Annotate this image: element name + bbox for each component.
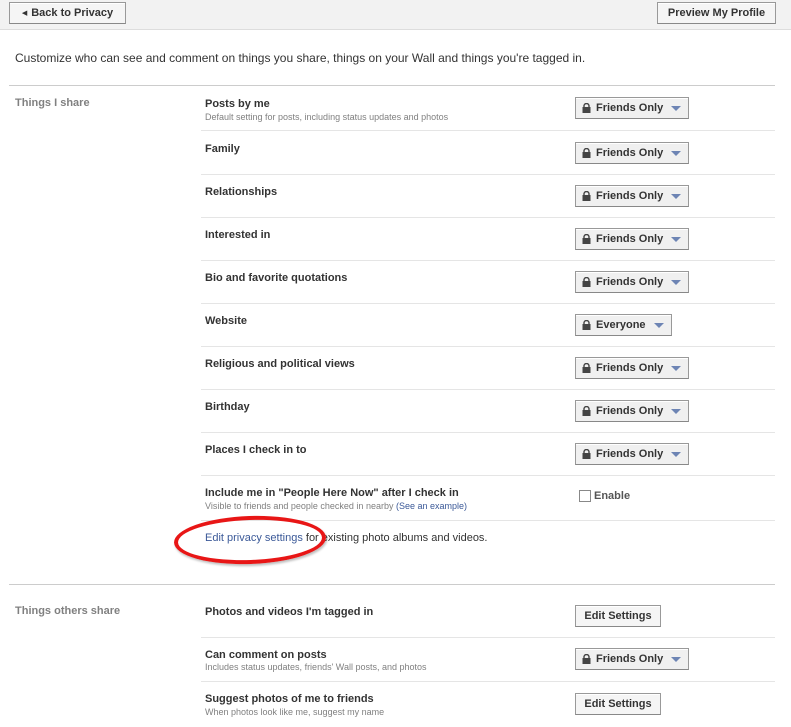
- enable-checkbox-group[interactable]: Enable: [579, 490, 630, 502]
- row-label-website: Website: [205, 315, 247, 327]
- lock-icon: [582, 148, 591, 158]
- privacy-dropdown-family[interactable]: Friends Only: [575, 142, 690, 164]
- lock-icon: [582, 103, 591, 113]
- row-divider: [201, 260, 775, 261]
- preview-profile-button[interactable]: Preview My Profile: [657, 2, 776, 24]
- row-sub-text: Visible to friends and people checked in…: [205, 501, 394, 511]
- chevron-down-icon: [671, 451, 682, 457]
- privacy-dropdown-website[interactable]: Everyone: [575, 314, 672, 336]
- lock-icon: [582, 277, 591, 287]
- dropdown-value: Everyone: [596, 319, 646, 331]
- row-sub-can-comment: Includes status updates, friends' Wall p…: [205, 662, 427, 672]
- row-divider: [201, 637, 775, 638]
- dropdown-value: Friends Only: [596, 448, 664, 460]
- privacy-dropdown-places-check-in[interactable]: Friends Only: [575, 443, 690, 465]
- row-label-posts-by-me: Posts by me: [205, 98, 270, 110]
- dropdown-value: Friends Only: [596, 276, 664, 288]
- chevron-down-icon: [671, 236, 682, 242]
- row-divider: [201, 303, 775, 304]
- lock-icon: [582, 234, 591, 244]
- lock-icon: [582, 449, 591, 459]
- back-to-privacy-button[interactable]: ◀ Back to Privacy: [9, 2, 126, 24]
- row-divider: [201, 520, 775, 521]
- row-label-suggest-photos: Suggest photos of me to friends: [205, 693, 374, 705]
- back-to-privacy-label: Back to Privacy: [31, 7, 114, 19]
- lock-icon: [582, 654, 591, 664]
- row-divider: [201, 389, 775, 390]
- row-divider: [201, 174, 775, 175]
- edit-settings-button-suggest-photos[interactable]: Edit Settings: [575, 693, 661, 715]
- dropdown-value: Friends Only: [596, 147, 664, 159]
- intro-text: Customize who can see and comment on thi…: [15, 51, 586, 65]
- edit-privacy-line: Edit privacy settings for existing photo…: [205, 532, 488, 544]
- chevron-down-icon: [671, 365, 682, 371]
- dropdown-value: Friends Only: [596, 653, 664, 665]
- row-sub-posts-by-me: Default setting for posts, including sta…: [205, 112, 449, 122]
- lock-icon: [582, 320, 591, 330]
- row-label-religious-political: Religious and political views: [205, 358, 355, 370]
- row-label-can-comment: Can comment on posts: [205, 649, 327, 661]
- back-arrow-icon: ◀: [21, 10, 28, 17]
- row-divider: [201, 130, 775, 131]
- row-label-birthday: Birthday: [205, 401, 250, 413]
- row-label-photos-tagged: Photos and videos I'm tagged in: [205, 606, 374, 618]
- privacy-dropdown-posts-by-me[interactable]: Friends Only: [575, 97, 690, 119]
- row-divider: [201, 346, 775, 347]
- dropdown-value: Friends Only: [596, 190, 664, 202]
- section-divider: [9, 584, 775, 585]
- chevron-down-icon: [671, 105, 682, 111]
- lock-icon: [582, 191, 591, 201]
- section-title-things-i-share: Things I share: [15, 97, 90, 109]
- privacy-dropdown-interested-in[interactable]: Friends Only: [575, 228, 690, 250]
- enable-checkbox[interactable]: [579, 490, 591, 502]
- edit-privacy-settings-link[interactable]: Edit privacy settings: [205, 532, 303, 544]
- chevron-down-icon: [671, 150, 682, 156]
- privacy-dropdown-religious-political[interactable]: Friends Only: [575, 357, 690, 379]
- row-divider: [201, 681, 775, 682]
- section-divider: [9, 85, 775, 86]
- privacy-dropdown-birthday[interactable]: Friends Only: [575, 400, 690, 422]
- row-label-family: Family: [205, 143, 240, 155]
- row-label-places-check-in: Places I check in to: [205, 444, 307, 456]
- chevron-down-icon: [671, 193, 682, 199]
- row-sub-people-here-now: Visible to friends and people checked in…: [205, 501, 467, 511]
- dropdown-value: Friends Only: [596, 405, 664, 417]
- privacy-dropdown-relationships[interactable]: Friends Only: [575, 185, 690, 207]
- section-title-things-others-share: Things others share: [15, 605, 121, 617]
- row-label-people-here-now: Include me in "People Here Now" after I …: [205, 487, 459, 499]
- lock-icon: [582, 363, 591, 373]
- edit-privacy-suffix: for existing photo albums and videos.: [302, 532, 488, 544]
- row-label-bio: Bio and favorite quotations: [205, 272, 348, 284]
- chevron-down-icon: [671, 656, 682, 662]
- row-label-relationships: Relationships: [205, 186, 278, 198]
- chevron-down-icon: [671, 279, 682, 285]
- lock-icon: [582, 406, 591, 416]
- row-divider: [201, 217, 775, 218]
- row-divider: [201, 475, 775, 476]
- row-divider: [201, 432, 775, 433]
- chevron-down-icon: [671, 408, 682, 414]
- enable-label: Enable: [594, 490, 631, 502]
- privacy-dropdown-can-comment[interactable]: Friends Only: [575, 648, 690, 670]
- dropdown-value: Friends Only: [596, 362, 664, 374]
- chevron-down-icon: [653, 322, 664, 328]
- row-sub-suggest-photos: When photos look like me, suggest my nam…: [205, 707, 385, 717]
- dropdown-value: Friends Only: [596, 233, 664, 245]
- row-label-interested-in: Interested in: [205, 229, 271, 241]
- privacy-dropdown-bio[interactable]: Friends Only: [575, 271, 690, 293]
- see-example-link[interactable]: (See an example): [396, 501, 467, 511]
- edit-settings-button-photos-tagged[interactable]: Edit Settings: [575, 605, 661, 627]
- dropdown-value: Friends Only: [596, 102, 664, 114]
